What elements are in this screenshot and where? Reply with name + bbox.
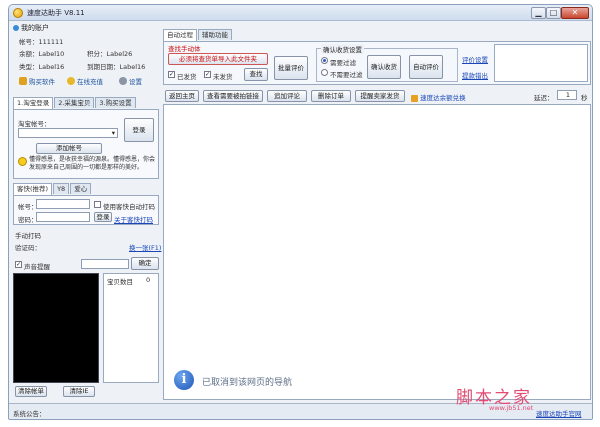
tab-y8[interactable]: Y8 xyxy=(53,183,70,194)
tab-collect[interactable]: 2.采集宝贝 xyxy=(54,97,95,108)
baby-count-label: 宝贝数目 xyxy=(107,278,133,286)
sms-panel: 帐号： 使用客快自动打码 密码： 登录 关于客快打码 xyxy=(13,195,159,225)
watermark-url: www.jb51.net xyxy=(489,404,534,412)
add-account-button[interactable]: 添加帐号 xyxy=(36,143,102,154)
sms-login-button[interactable]: 登录 xyxy=(94,212,112,222)
tab-taobao-login[interactable]: 1.淘宝登录 xyxy=(13,97,54,109)
delay-unit: 秒 xyxy=(581,94,588,102)
close-button[interactable]: ✕ xyxy=(561,7,589,19)
taobao-account-label: 淘宝帐号： xyxy=(18,120,51,128)
find-hint: 查找手动体 xyxy=(168,45,201,53)
batch-eval-button[interactable]: 批量评价 xyxy=(274,56,308,80)
shipped-label: 已发货 xyxy=(177,73,197,81)
recharge-link[interactable]: 在线充值 xyxy=(67,76,103,86)
code-label: 验证码： xyxy=(15,244,41,252)
right-tabbar: 自动过程 辅助功能 xyxy=(163,29,233,41)
tab-buy-settings[interactable]: 3.购买设置 xyxy=(95,97,136,108)
maximize-button[interactable]: □ xyxy=(546,7,561,19)
left-panel: 我的账户 帐号：111111 积分：Label26 余额：Label10 到期日… xyxy=(11,23,161,401)
about-kekuai-link[interactable]: 关于客快打码 xyxy=(114,214,153,224)
delay-input[interactable]: 1 xyxy=(557,90,577,100)
taobao-login-panel: 淘宝帐号： ▾ 登录 添加帐号 懂得感恩，是收获幸福的源泉。懂得感恩，你会发现原… xyxy=(13,109,159,179)
taobao-account-select[interactable]: ▾ xyxy=(18,128,118,138)
no-filter-radio[interactable] xyxy=(321,69,328,76)
info-icon: i xyxy=(174,370,194,390)
unshipped-checkbox[interactable]: ✓ xyxy=(204,71,211,78)
web-browser[interactable]: i 已取消到该网页的导航 xyxy=(163,104,591,400)
account-field: 到期日期：Label16 xyxy=(87,63,146,71)
app-icon xyxy=(13,8,23,18)
sound-label: 声音提醒 xyxy=(24,263,50,271)
report-link[interactable]: 提款错出 xyxy=(462,70,488,80)
clear-bill-button[interactable]: 清除帐单 xyxy=(15,386,47,397)
baby-count-value: 0 xyxy=(146,276,151,284)
balance-exchange-link[interactable]: 速度达余额兑换 xyxy=(411,92,466,102)
eval-settings-link[interactable]: 评价设置 xyxy=(462,54,488,64)
navigation-canceled-text: 已取消到该网页的导航 xyxy=(202,378,293,388)
sms-password-input[interactable] xyxy=(36,212,90,222)
baby-count-panel: 宝贝数目 0 xyxy=(103,273,159,383)
auto-code-label: 使用客快自动打码 xyxy=(103,203,155,211)
buy-software-link[interactable]: 购买软件 xyxy=(19,76,55,86)
shipped-checkbox[interactable]: ✓ xyxy=(168,71,175,78)
account-field: 类型：Label16 xyxy=(19,63,65,71)
tab-aixin[interactable]: 爱心 xyxy=(70,183,92,194)
account-field: 帐号：111111 xyxy=(19,38,64,46)
smile-icon xyxy=(18,157,27,166)
confirm-settings-title: 确认收货设置 xyxy=(321,44,364,54)
cart-icon xyxy=(19,77,27,85)
no-filter-label: 不需要过滤 xyxy=(330,71,363,79)
sms-password-label: 密码： xyxy=(18,216,38,224)
official-site-link[interactable]: 速度达助手官网 xyxy=(536,408,582,418)
sms-tabbar: 客快(推荐) Y8 爱心 xyxy=(13,183,92,195)
log-box xyxy=(494,44,588,82)
account-icon xyxy=(13,25,19,31)
delete-order-button[interactable]: 删除订单 xyxy=(311,90,351,102)
app-window: 速度达助手 V8.11 ▁ □ ✕ 我的账户 帐号：111111 积分：Labe… xyxy=(8,4,593,420)
account-field: 积分：Label26 xyxy=(87,50,133,58)
manual-code-title: 手动打码 xyxy=(15,232,41,240)
remind-seller-button[interactable]: 提醒卖家发货 xyxy=(355,90,405,102)
find-button[interactable]: 查找 xyxy=(244,68,268,81)
chevron-down-icon: ▾ xyxy=(111,129,115,137)
auto-code-checkbox[interactable] xyxy=(94,201,101,208)
sms-account-input[interactable] xyxy=(36,199,90,209)
code-input[interactable] xyxy=(81,259,129,269)
coin-icon xyxy=(67,77,75,85)
auto-process-panel: 查找手动体 必须将查货单导入此文件夹 ✓ 已发货 ✓ 未发货 查找 批量评价 确… xyxy=(163,41,591,85)
coin-icon xyxy=(411,94,418,102)
account-field: 余额：Label10 xyxy=(19,50,65,58)
taobao-login-button[interactable]: 登录 xyxy=(124,118,154,142)
settings-link[interactable]: 设置 xyxy=(119,76,142,86)
left-tabbar: 1.淘宝登录 2.采集宝贝 3.购买设置 xyxy=(13,97,137,109)
clear-ie-button[interactable]: 清除IE xyxy=(63,386,95,397)
confirm-receipt-button[interactable]: 确认收货 xyxy=(367,55,401,79)
confirm-code-button[interactable]: 确定 xyxy=(131,257,159,270)
gear-icon xyxy=(119,77,127,85)
tab-assist[interactable]: 辅助功能 xyxy=(198,29,232,40)
tab-auto-process[interactable]: 自动过程 xyxy=(163,29,197,41)
tab-kekuai[interactable]: 客快(推荐) xyxy=(13,183,53,195)
filter-radio[interactable] xyxy=(321,57,328,64)
account-heading: 我的账户 xyxy=(13,23,49,33)
filter-label: 需要过滤 xyxy=(330,59,356,67)
confirm-settings-group: 确认收货设置 需要过滤 不需要过滤 确认收货 自动评价 xyxy=(316,44,458,82)
view-links-button[interactable]: 查看需要被拍链接 xyxy=(203,90,263,102)
unshipped-label: 未发货 xyxy=(213,73,233,81)
window-title: 速度达助手 V8.11 xyxy=(27,9,85,17)
sms-account-label: 帐号： xyxy=(18,203,38,211)
delay-label: 延迟： xyxy=(534,94,554,102)
announcement-label: 系统公告： xyxy=(13,410,46,418)
captcha-display xyxy=(13,273,99,383)
append-review-button[interactable]: 追加评论 xyxy=(267,90,307,102)
auto-eval-button[interactable]: 自动评价 xyxy=(409,55,443,79)
title-bar: 速度达助手 V8.11 ▁ □ ✕ xyxy=(9,5,592,21)
refresh-code-link[interactable]: 换一张(F1) xyxy=(129,242,161,252)
sound-checkbox[interactable]: ✓ xyxy=(15,261,22,268)
home-button[interactable]: 返回主页 xyxy=(165,90,199,102)
import-folder-button[interactable]: 必须将查货单导入此文件夹 xyxy=(168,53,268,65)
notice-text: 懂得感恩，是收获幸福的源泉。懂得感恩，你会发现原来自己周围的一切都是那样的美好。 xyxy=(29,156,156,171)
minimize-button[interactable]: ▁ xyxy=(531,7,546,19)
